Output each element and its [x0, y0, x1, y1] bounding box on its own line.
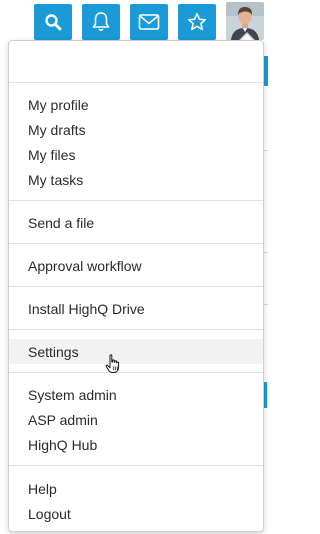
menu-item-logout[interactable]: Logout [9, 501, 263, 526]
menu-item-my-files[interactable]: My files [9, 142, 263, 167]
menu-divider [9, 200, 263, 201]
menu-item-my-drafts[interactable]: My drafts [9, 117, 263, 142]
notifications-button[interactable] [82, 4, 120, 40]
menu-divider [9, 329, 263, 330]
page-accent-marker [264, 382, 267, 408]
menu-divider [9, 372, 263, 373]
menu-item-highq-hub[interactable]: HighQ Hub [9, 432, 263, 457]
menu-item-system-admin[interactable]: System admin [9, 382, 263, 407]
menu-item-my-profile[interactable]: My profile [9, 92, 263, 117]
search-icon [45, 14, 62, 31]
menu-item-my-tasks[interactable]: My tasks [9, 167, 263, 192]
envelope-icon [138, 14, 160, 30]
menu-item-install-highq-drive[interactable]: Install HighQ Drive [9, 296, 263, 321]
menu-item-settings[interactable]: Settings [9, 339, 263, 364]
menu-header [9, 41, 263, 82]
bell-icon [92, 12, 110, 32]
favorites-button[interactable] [178, 4, 216, 40]
menu-item-asp-admin[interactable]: ASP admin [9, 407, 263, 432]
menu-divider [9, 82, 263, 83]
menu-divider [9, 465, 263, 466]
menu-item-help[interactable]: Help [9, 476, 263, 501]
menu-item-send-a-file[interactable]: Send a file [9, 210, 263, 235]
menu-divider [9, 243, 263, 244]
menu-item-approval-workflow[interactable]: Approval workflow [9, 253, 263, 278]
search-button[interactable] [34, 4, 72, 40]
user-menu: My profile My drafts My files My tasks S… [8, 40, 264, 532]
star-icon [187, 13, 207, 31]
messages-button[interactable] [130, 4, 168, 40]
menu-divider [9, 286, 263, 287]
